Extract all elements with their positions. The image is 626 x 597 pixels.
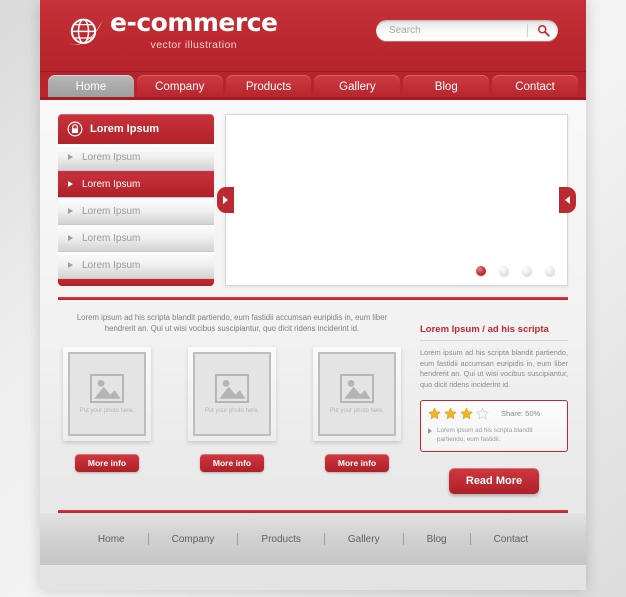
slider-dot-4[interactable] — [545, 266, 555, 276]
aside-column: Lorem Ipsum / ad his scripta Lorem ipsum… — [420, 300, 568, 494]
footer-link-company[interactable]: Company — [161, 534, 226, 545]
nav-tab-contact[interactable]: Contact — [492, 75, 578, 100]
lock-icon — [67, 121, 83, 137]
footer-separator — [237, 533, 239, 545]
main-navigation: Home Company Products Gallery Blog Conta… — [40, 72, 586, 100]
hero-section: Lorem Ipsum Lorem Ipsum Lorem Ipsum Lore… — [40, 100, 586, 286]
nav-tab-products[interactable]: Products — [225, 75, 312, 100]
sidebar-header-label: Lorem Ipsum — [90, 123, 160, 135]
sidebar-item-1[interactable]: Lorem Ipsum — [58, 144, 214, 171]
share-label: Share: 50% — [501, 409, 541, 418]
content-section: Lorem ipsum ad his scripta blandit parti… — [40, 300, 586, 494]
sidebar-menu: Lorem Ipsum Lorem Ipsum Lorem Ipsum Lore… — [58, 114, 214, 286]
star-filled-icon[interactable] — [444, 407, 457, 420]
slider-dot-2[interactable] — [499, 266, 509, 276]
site-footer: Home Company Products Gallery Blog Conta… — [40, 513, 586, 565]
photo-frame[interactable]: Put your photo here. — [63, 347, 151, 441]
more-info-button[interactable]: More info — [324, 454, 390, 472]
sidebar-item-4-label: Lorem Ipsum — [82, 232, 141, 244]
star-empty-icon[interactable] — [476, 407, 489, 420]
logo[interactable]: e-commerce vector illustration — [66, 8, 278, 53]
sidebar-item-3[interactable]: Lorem Ipsum — [58, 198, 214, 225]
footer-separator — [402, 533, 404, 545]
chevron-right-icon — [68, 181, 73, 187]
read-more-wrapper: Read More — [420, 468, 568, 494]
chevron-right-icon — [68, 154, 73, 160]
photo-frame[interactable]: Put your photo here. — [188, 347, 276, 441]
sidebar-header: Lorem Ipsum — [58, 114, 214, 144]
footer-link-blog[interactable]: Blog — [416, 534, 458, 545]
search-icon — [537, 25, 550, 37]
photo-placeholder-label: Put your photo here. — [329, 408, 385, 414]
sidebar-item-5[interactable]: Lorem Ipsum — [58, 252, 214, 279]
rating-note-row: Lorem ipsum ad his scripta blandit parti… — [428, 426, 560, 444]
nav-tab-blog[interactable]: Blog — [403, 75, 490, 100]
footer-link-contact[interactable]: Contact — [483, 534, 539, 545]
page-container: e-commerce vector illustration Home Comp… — [40, 0, 586, 590]
aside-title: Lorem Ipsum / ad his scripta — [420, 324, 549, 335]
rating-box: Share: 50% Lorem ipsum ad his scripta bl… — [420, 400, 568, 452]
photo-placeholder: Put your photo here. — [193, 352, 271, 436]
site-header: e-commerce vector illustration — [40, 0, 586, 72]
chevron-right-icon — [223, 196, 228, 204]
slider-dots — [476, 266, 555, 276]
product-card: Put your photo here. More info — [183, 347, 281, 472]
aside-paragraph: Lorem ipsum ad his scripta blandit parti… — [420, 348, 568, 389]
hero-slider — [217, 114, 576, 286]
product-card-list: Put your photo here. More info Put your … — [58, 347, 406, 472]
more-info-button[interactable]: More info — [199, 454, 265, 472]
sidebar-footer-bar — [58, 279, 214, 286]
nav-tab-gallery[interactable]: Gallery — [314, 75, 401, 100]
intro-text: Lorem ipsum ad his scripta blandit parti… — [76, 313, 388, 333]
nav-tab-company[interactable]: Company — [136, 75, 223, 100]
star-filled-icon[interactable] — [460, 407, 473, 420]
slider-prev-button[interactable] — [217, 187, 234, 213]
aside-divider — [420, 340, 568, 341]
globe-icon — [69, 18, 103, 45]
chevron-left-icon — [565, 196, 570, 204]
slider-dot-3[interactable] — [522, 266, 532, 276]
chevron-right-icon — [68, 262, 73, 268]
more-info-button[interactable]: More info — [74, 454, 140, 472]
image-placeholder-icon — [90, 374, 124, 403]
slider-dot-1[interactable] — [476, 266, 486, 276]
rating-note: Lorem ipsum ad his scripta blandit parti… — [437, 427, 533, 443]
footer-link-products[interactable]: Products — [250, 534, 311, 545]
product-card: Put your photo here. More info — [308, 347, 406, 472]
search-input[interactable] — [376, 25, 527, 36]
photo-placeholder-label: Put your photo here. — [204, 408, 260, 414]
product-card: Put your photo here. More info — [58, 347, 156, 472]
search-box[interactable] — [376, 20, 558, 41]
sidebar-item-5-label: Lorem Ipsum — [82, 259, 141, 271]
footer-link-home[interactable]: Home — [87, 534, 136, 545]
image-placeholder-icon — [340, 374, 374, 403]
sidebar-item-1-label: Lorem Ipsum — [82, 151, 141, 163]
photo-placeholder-label: Put your photo here. — [79, 408, 135, 414]
slider-next-button[interactable] — [559, 187, 576, 213]
chevron-right-icon — [68, 235, 73, 241]
search-button[interactable] — [528, 20, 558, 41]
star-filled-icon[interactable] — [428, 407, 441, 420]
chevron-right-icon — [68, 208, 73, 214]
footer-separator — [147, 533, 149, 545]
sidebar-item-4[interactable]: Lorem Ipsum — [58, 225, 214, 252]
logo-subtitle: vector illustration — [150, 39, 237, 51]
sidebar-item-3-label: Lorem Ipsum — [82, 205, 141, 217]
footer-separator — [323, 533, 325, 545]
photo-placeholder: Put your photo here. — [68, 352, 146, 436]
photo-placeholder: Put your photo here. — [318, 352, 396, 436]
products-column: Lorem ipsum ad his scripta blandit parti… — [58, 300, 406, 494]
image-placeholder-icon — [215, 374, 249, 403]
rating-row: Share: 50% — [428, 407, 560, 420]
footer-link-gallery[interactable]: Gallery — [337, 534, 391, 545]
sidebar-item-2-label: Lorem Ipsum — [82, 178, 141, 190]
read-more-button[interactable]: Read More — [448, 468, 540, 494]
chevron-right-icon — [428, 428, 432, 434]
footer-separator — [469, 533, 471, 545]
logo-title: e-commerce — [110, 8, 278, 37]
nav-tab-home[interactable]: Home — [48, 75, 134, 100]
sidebar-item-2[interactable]: Lorem Ipsum — [58, 171, 214, 198]
photo-frame[interactable]: Put your photo here. — [313, 347, 401, 441]
